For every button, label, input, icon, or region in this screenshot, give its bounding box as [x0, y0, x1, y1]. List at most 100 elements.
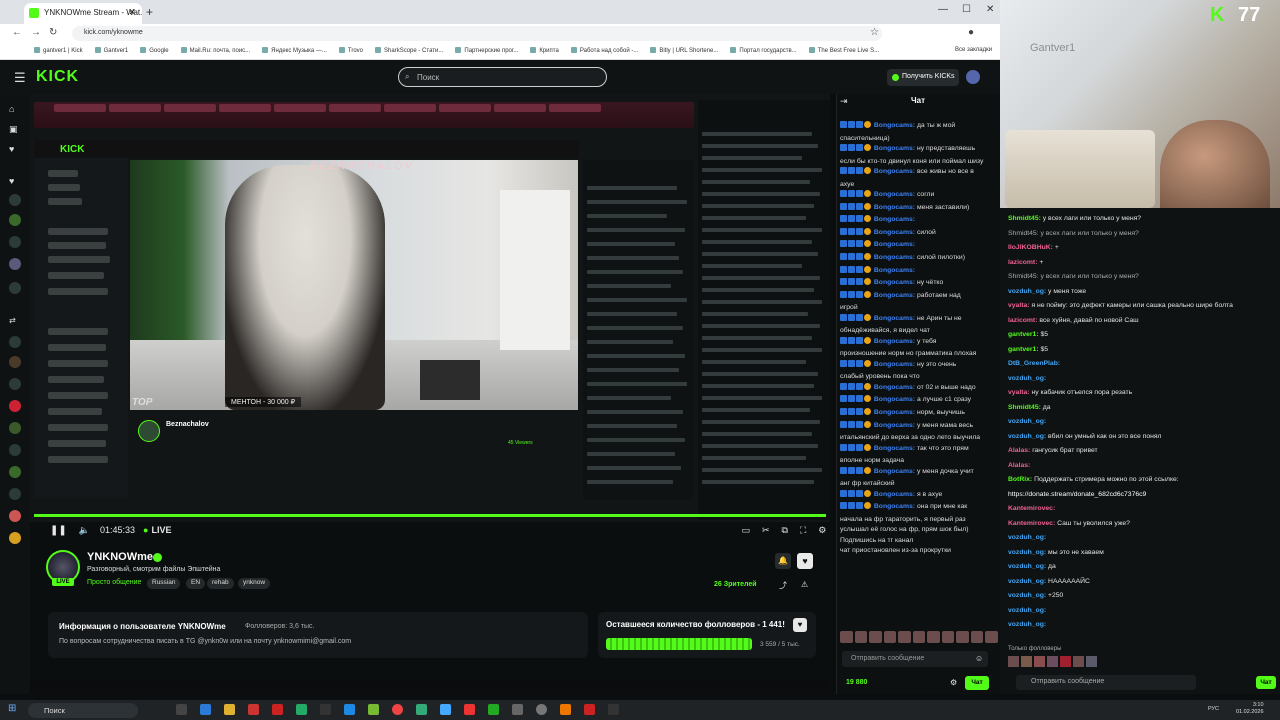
overlay-chat-username[interactable]: BotRix: [1008, 476, 1034, 483]
chat-username[interactable]: Bongocams: [872, 279, 917, 286]
taskbar-app-icon[interactable] [296, 704, 307, 715]
overlay-chat-username[interactable]: Kantemirovec: [1008, 520, 1057, 527]
overlay-chat-username[interactable]: vozduh_og: [1008, 621, 1046, 628]
overlay-chat-username[interactable]: Kantemirovec: [1008, 505, 1055, 512]
overlay-chat-username[interactable]: vozduh_og: [1008, 549, 1048, 556]
taskbar-app-icon[interactable] [368, 704, 379, 715]
overlay-chat-username[interactable]: vozduh_og: [1008, 563, 1048, 570]
overlay-chat-username[interactable]: vozduh_og: [1008, 592, 1048, 599]
overlay-chat-username[interactable]: vozduh_og: [1008, 534, 1046, 541]
obs-icon[interactable] [608, 704, 619, 715]
forward-icon[interactable]: → [31, 27, 41, 38]
followed-channel-avatar[interactable] [9, 236, 21, 248]
bookmark-item[interactable]: Mail.Ru: почта, поис... [181, 47, 251, 59]
bookmark-item[interactable]: Партнерские прог... [455, 47, 518, 59]
taskbar-app-icon[interactable] [416, 704, 427, 715]
recommended-channel-avatar[interactable] [9, 356, 21, 368]
tag-chip[interactable]: rehab [207, 578, 234, 589]
stream-category[interactable]: Просто общение [87, 579, 141, 586]
bookmark-item[interactable]: The Best Free Live S... [809, 47, 879, 59]
taskbar-app-icon[interactable] [320, 704, 331, 715]
followed-channel-avatar[interactable] [9, 282, 21, 294]
folder-icon[interactable] [224, 704, 235, 715]
chat-username[interactable]: Bongocams: [872, 204, 917, 211]
get-kicks-button[interactable]: Получить KICKs [887, 69, 959, 86]
chat-settings-icon[interactable]: ⚙ [950, 678, 957, 687]
bookmark-item[interactable]: Google [140, 47, 168, 59]
profile-avatar-icon[interactable]: ● [968, 27, 974, 38]
pause-icon[interactable]: ❚❚ [50, 525, 67, 536]
overlay-chat-username[interactable]: vozduh_og: [1008, 433, 1048, 440]
chat-username[interactable]: Bongocams: [872, 191, 917, 198]
bookmark-item[interactable]: Яндекс Музыка —... [262, 47, 327, 59]
taskbar-app-icon[interactable] [440, 704, 451, 715]
settings-gear-icon[interactable]: ⚙ [818, 525, 826, 536]
recommended-channel-avatar[interactable] [9, 378, 21, 390]
clip-icon[interactable]: ✂ [762, 525, 770, 536]
kick-logo[interactable]: KICK [36, 68, 79, 86]
report-icon[interactable]: ⚠ [801, 580, 808, 589]
emoji-icon[interactable]: ☺ [975, 654, 983, 663]
overlay-chat-username[interactable]: lazicomt: [1008, 317, 1039, 324]
bookmark-item[interactable]: Портал государств... [730, 47, 796, 59]
user-avatar[interactable] [966, 70, 980, 84]
maximize-icon[interactable]: ☐ [962, 4, 971, 15]
recommended-channel-avatar[interactable] [9, 488, 21, 500]
chat-username[interactable]: Bongocams: [872, 338, 917, 345]
overlay-chat-username[interactable]: gantver1: [1008, 331, 1040, 338]
back-icon[interactable]: ← [12, 27, 22, 38]
chat-username[interactable]: Bongocams: [872, 396, 917, 403]
recommended-channel-avatar[interactable] [9, 510, 21, 522]
close-tab-icon[interactable]: ✕ [128, 7, 136, 18]
yandex-icon[interactable] [464, 704, 475, 715]
overlay-chat-username[interactable]: Alalas: [1008, 462, 1030, 469]
recommended-channel-avatar[interactable] [9, 532, 21, 544]
taskbar-app-icon[interactable] [272, 704, 283, 715]
bookmark-item[interactable]: Криптa [530, 47, 559, 59]
overlay-chat-username[interactable]: vozduh_og: [1008, 288, 1048, 295]
chat-username[interactable]: Bongocams: [872, 292, 917, 299]
browse-icon[interactable]: ▣ [9, 124, 21, 136]
chat-username[interactable]: Bongocams: [872, 315, 917, 322]
overlay-chat-username[interactable]: Shmidt45: [1008, 404, 1043, 411]
followed-channel-avatar[interactable] [9, 194, 21, 206]
volume-icon[interactable]: 🔈 [79, 525, 90, 536]
goal-follow-heart-button[interactable]: ♥ [793, 618, 807, 632]
chat-username[interactable]: Bongocams: [872, 229, 917, 236]
chat-username[interactable]: Bongocams: [872, 503, 917, 510]
overlay-chat-username[interactable]: gantver1: [1008, 346, 1040, 353]
chat-send-input[interactable]: Отправить сообщение [842, 651, 988, 667]
overlay-chat-username[interactable]: vozduh_og: [1008, 418, 1046, 425]
overlay-chat-username[interactable]: lazicomt: [1008, 259, 1039, 266]
recommended-channel-avatar[interactable] [9, 422, 21, 434]
bookmark-star-icon[interactable]: ☆ [870, 27, 879, 38]
bookmark-item[interactable]: Работа над собой -... [571, 47, 638, 59]
followed-channel-avatar[interactable] [9, 214, 21, 226]
chat-username[interactable]: Bongocams: [872, 384, 917, 391]
keyboard-language[interactable]: РУС [1208, 706, 1219, 712]
chat-username[interactable]: Bongocams: [872, 216, 915, 223]
channel-name[interactable]: YNKNOWme [87, 551, 153, 563]
chat-username[interactable]: Bongocams: [872, 409, 917, 416]
taskbar-app-icon[interactable] [248, 704, 259, 715]
overlay-chat-username[interactable]: vozduh_og: [1008, 375, 1046, 382]
follow-heart-button[interactable]: ♥ [797, 553, 813, 569]
fullscreen-icon[interactable]: ⛶ [800, 525, 806, 536]
task-view-icon[interactable] [176, 704, 187, 715]
bookmark-item[interactable]: gantver1 | Kick [34, 47, 83, 59]
overlay-chat-username[interactable]: vozduh_og: [1008, 578, 1048, 585]
taskbar-app-icon[interactable] [560, 704, 571, 715]
browser-tab[interactable]: YNKNOWme Stream - Wat... ✕ [24, 3, 142, 24]
new-tab-button[interactable]: + [146, 5, 153, 19]
home-icon[interactable]: ⌂ [9, 104, 21, 116]
tag-chip[interactable]: Russian [147, 578, 181, 589]
chat-username[interactable]: Bongocams: [872, 122, 917, 129]
tag-chip[interactable]: ynknow [238, 578, 271, 589]
start-icon[interactable]: ⊞ [8, 703, 16, 714]
taskbar-app-icon[interactable] [200, 704, 211, 715]
chat-username[interactable]: Bongocams: [872, 468, 917, 475]
chat-username[interactable]: Bongocams: [872, 422, 917, 429]
url-field[interactable]: kick.com/yknowme [72, 26, 882, 41]
bookmark-item[interactable]: Trovo [339, 47, 363, 59]
chat-username[interactable]: Bongocams: [872, 445, 917, 452]
